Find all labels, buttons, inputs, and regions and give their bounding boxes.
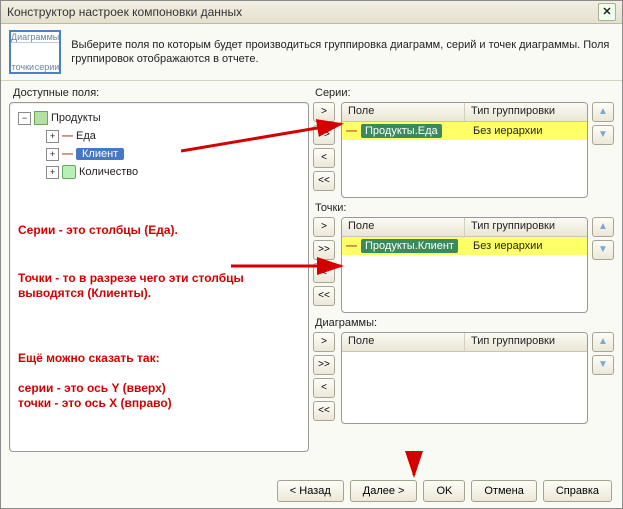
- movedown-button[interactable]: ▼: [592, 355, 614, 375]
- tree-item-label: Количество: [79, 166, 138, 178]
- help-button[interactable]: Справка: [543, 480, 612, 502]
- expand-icon[interactable]: +: [46, 130, 59, 143]
- diagrams-col-group: Тип группировки: [465, 333, 587, 351]
- removeall-button[interactable]: <<: [313, 171, 335, 191]
- ok-button[interactable]: OK: [423, 480, 465, 502]
- remove-button[interactable]: <: [313, 263, 335, 283]
- points-col-group: Тип группировки: [465, 218, 587, 236]
- points-row[interactable]: — Продукты.Клиент Без иерархии: [342, 237, 587, 255]
- moveup-button[interactable]: ▲: [592, 102, 614, 122]
- titlebar: Конструктор настроек компоновки данных ✕: [1, 1, 622, 24]
- removeall-button[interactable]: <<: [313, 401, 335, 421]
- movedown-button[interactable]: ▼: [592, 240, 614, 260]
- series-row-group: Без иерархии: [469, 125, 587, 137]
- toolbar: Диаграммы точки серии Выберите поля по к…: [1, 24, 622, 81]
- addall-button[interactable]: >>: [313, 125, 335, 145]
- movedown-button[interactable]: ▼: [592, 125, 614, 145]
- cancel-button[interactable]: Отмена: [471, 480, 536, 502]
- folder-icon: [34, 111, 48, 125]
- series-col-group: Тип группировки: [465, 103, 587, 121]
- tree-root[interactable]: − Продукты: [14, 109, 304, 127]
- icon-left-label: точки: [11, 62, 35, 72]
- points-row-group: Без иерархии: [469, 240, 587, 252]
- expand-icon[interactable]: +: [46, 148, 59, 161]
- points-row-field: Продукты.Клиент: [361, 239, 458, 253]
- annotation-series: Серии - это столбцы (Еда).: [18, 223, 178, 238]
- next-button[interactable]: Далее >: [350, 480, 418, 502]
- annotation-extra-1: Ещё можно сказать так:: [18, 351, 160, 366]
- series-label: Серии:: [315, 87, 614, 99]
- window-title: Конструктор настроек компоновки данных: [7, 5, 242, 19]
- series-grid[interactable]: Поле Тип группировки — Продукты.Еда Без и…: [341, 102, 588, 198]
- tree-item-eda[interactable]: + — Еда: [14, 127, 304, 145]
- back-button[interactable]: < Назад: [277, 480, 344, 502]
- tree-item-kolichestvo[interactable]: + Количество: [14, 163, 304, 181]
- moveup-button[interactable]: ▲: [592, 332, 614, 352]
- available-fields-panel: − Продукты + — Еда + — Клиент: [9, 102, 309, 452]
- tree-item-klient[interactable]: + — Клиент: [14, 145, 304, 163]
- annotation-points: Точки - то в разрезе чего эти столбцы вы…: [18, 271, 298, 301]
- remove-button[interactable]: <: [313, 148, 335, 168]
- close-icon[interactable]: ✕: [598, 3, 616, 21]
- footer-buttons: < Назад Далее > OK Отмена Справка: [277, 480, 612, 502]
- diagrams-col-field: Поле: [342, 333, 465, 351]
- tree-item-label: Клиент: [76, 148, 124, 160]
- addall-button[interactable]: >>: [313, 240, 335, 260]
- addall-button[interactable]: >>: [313, 355, 335, 375]
- series-row-field: Продукты.Еда: [361, 124, 442, 138]
- add-button[interactable]: >: [313, 217, 335, 237]
- tree-item-label: Еда: [76, 130, 96, 142]
- dim-icon: —: [62, 130, 73, 142]
- number-icon: [62, 165, 76, 179]
- dim-icon: —: [346, 240, 357, 252]
- tree-root-label: Продукты: [51, 112, 101, 124]
- collapse-icon[interactable]: −: [18, 112, 31, 125]
- toolbar-description: Выберите поля по которым будет производи…: [71, 38, 614, 66]
- series-row[interactable]: — Продукты.Еда Без иерархии: [342, 122, 587, 140]
- diagrams-label: Диаграммы:: [315, 317, 614, 329]
- add-button[interactable]: >: [313, 102, 335, 122]
- icon-top-label: Диаграммы: [11, 32, 59, 43]
- moveup-button[interactable]: ▲: [592, 217, 614, 237]
- annotation-extra-2: серии - это ось Y (вверх) точки - это ос…: [18, 381, 172, 411]
- points-col-field: Поле: [342, 218, 465, 236]
- dim-icon: —: [346, 125, 357, 137]
- dim-icon: —: [62, 148, 73, 160]
- series-col-field: Поле: [342, 103, 465, 121]
- icon-right-label: серии: [35, 62, 60, 72]
- add-button[interactable]: >: [313, 332, 335, 352]
- expand-icon[interactable]: +: [46, 166, 59, 179]
- removeall-button[interactable]: <<: [313, 286, 335, 306]
- mode-diagram-icon[interactable]: Диаграммы точки серии: [9, 30, 61, 74]
- points-label: Точки:: [315, 202, 614, 214]
- points-grid[interactable]: Поле Тип группировки — Продукты.Клиент Бе…: [341, 217, 588, 313]
- diagrams-grid[interactable]: Поле Тип группировки: [341, 332, 588, 424]
- available-fields-label: Доступные поля:: [13, 87, 309, 99]
- remove-button[interactable]: <: [313, 378, 335, 398]
